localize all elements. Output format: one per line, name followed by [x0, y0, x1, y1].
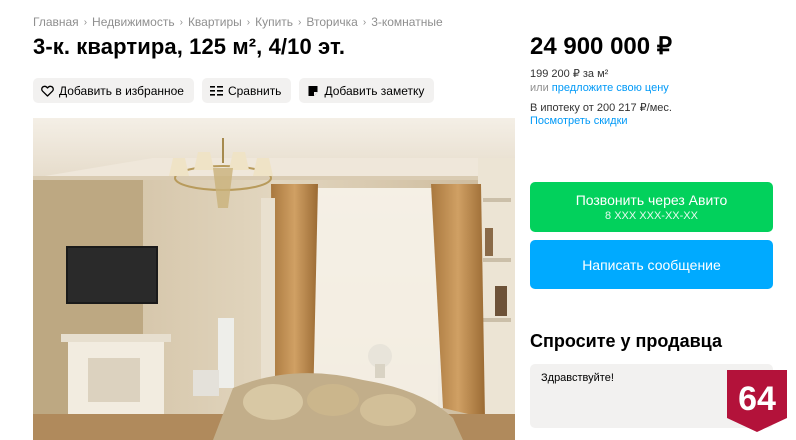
- compare-icon: [209, 85, 223, 97]
- call-button-phone: 8 XXX XXX-XX-XX: [605, 210, 698, 222]
- compare-label: Сравнить: [227, 83, 282, 98]
- chevron-right-icon: ›: [246, 16, 251, 28]
- breadcrumb-secondary[interactable]: Вторичка: [306, 15, 357, 29]
- chevron-right-icon: ›: [179, 16, 183, 28]
- breadcrumb-real-estate[interactable]: Недвижимость: [92, 15, 175, 29]
- price-per-meter: 199 200 ₽ за м²: [530, 68, 609, 80]
- offer-or-text: или: [530, 82, 549, 94]
- breadcrumb-apartments[interactable]: Квартиры: [188, 15, 242, 29]
- add-note-label: Добавить заметку: [324, 83, 425, 98]
- discounts-link[interactable]: Посмотреть скидки: [530, 115, 628, 127]
- heart-icon: [41, 85, 54, 97]
- add-to-favorites-button[interactable]: Добавить в избранное: [33, 78, 194, 103]
- chevron-right-icon: ›: [362, 16, 367, 28]
- call-button-label: Позвонить через Авито: [575, 192, 728, 208]
- call-button[interactable]: Позвонить через Авито 8 XXX XXX-XX-XX: [530, 182, 773, 232]
- compare-button[interactable]: Сравнить: [201, 78, 292, 103]
- note-icon: [307, 85, 319, 97]
- region-badge-text: 64: [738, 380, 776, 418]
- listing-photo[interactable]: [33, 118, 515, 440]
- price: 24 900 000 ₽: [530, 33, 673, 60]
- add-to-favorites-label: Добавить в избранное: [59, 83, 184, 98]
- breadcrumb: Главная › Недвижимость › Квартиры › Купи…: [33, 15, 443, 29]
- mortgage-info: В ипотеку от 200 217 ₽/мес.: [530, 102, 672, 114]
- ask-seller-title: Спросите у продавца: [530, 331, 722, 351]
- breadcrumb-buy[interactable]: Купить: [255, 15, 293, 29]
- chevron-right-icon: ›: [83, 16, 88, 28]
- offer-price-line: или предложите свою цену: [530, 82, 669, 94]
- listing-actions: Добавить в избранное Сравнить Добавить з…: [33, 78, 435, 103]
- chevron-right-icon: ›: [298, 16, 302, 28]
- breadcrumb-3-rooms[interactable]: 3-комнатные: [371, 15, 442, 29]
- offer-price-link[interactable]: предложите свою цену: [552, 82, 669, 94]
- add-note-button[interactable]: Добавить заметку: [299, 78, 435, 103]
- breadcrumb-home[interactable]: Главная: [33, 15, 79, 29]
- message-button[interactable]: Написать сообщение: [530, 240, 773, 289]
- region-64-logo: 64: [725, 368, 789, 434]
- page-title: 3-к. квартира, 125 м², 4/10 эт.: [33, 34, 346, 59]
